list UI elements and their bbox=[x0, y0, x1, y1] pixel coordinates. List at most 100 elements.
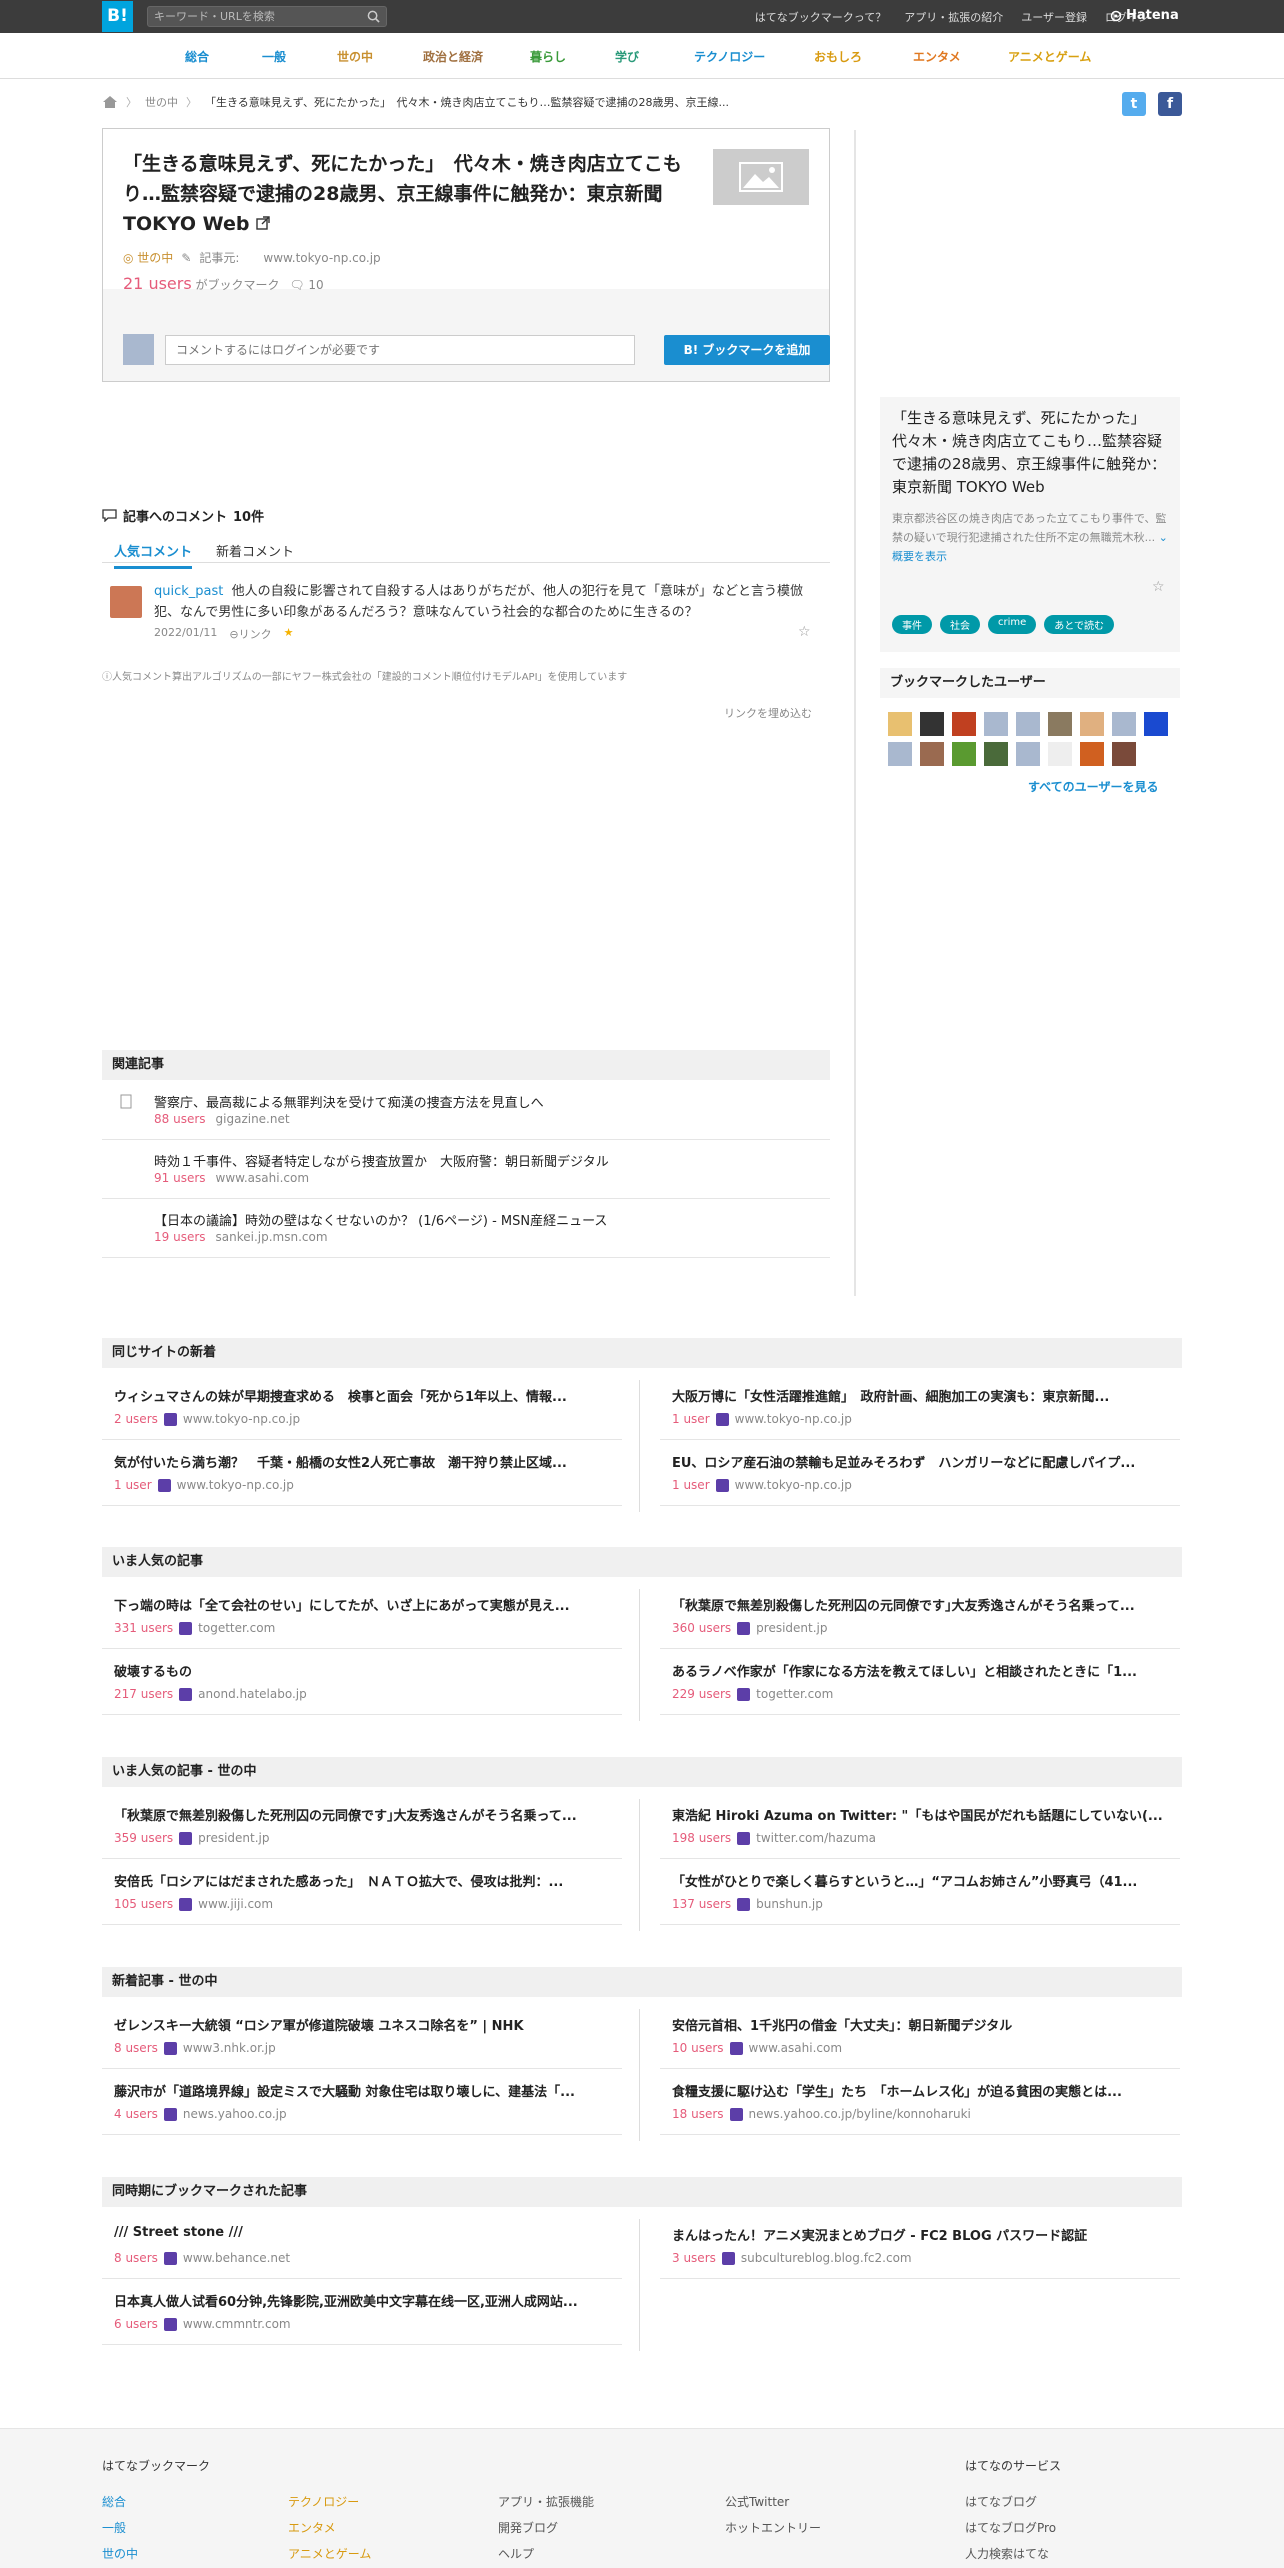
edit-icon[interactable]: ✎ bbox=[181, 251, 191, 265]
entry-card-domain[interactable]: bunshun.jp bbox=[756, 1897, 823, 1911]
entry-card-title[interactable]: EU、ロシア産石油の禁輸も足並みそろわず ハンガリーなどに配慮しパイプ... bbox=[672, 1452, 1172, 1471]
entry-card-users[interactable]: 4 users bbox=[114, 2107, 158, 2121]
entry-card-users[interactable]: 6 users bbox=[114, 2317, 158, 2331]
entry-card-users[interactable]: 229 users bbox=[672, 1687, 731, 1701]
footer-link[interactable]: テクノロジー bbox=[288, 2493, 359, 2510]
entry-card-title[interactable]: 破壊するもの bbox=[114, 1661, 614, 1680]
entry-card-title[interactable]: 食糧支援に駆け込む「学生」たち 「ホームレス化」が迫る貧困の実態とは... bbox=[672, 2081, 1172, 2100]
entry-title[interactable]: 「生きる意味見えず、死にたかった」 代々木・焼き肉店立てこもり…監禁容疑で逮捕の… bbox=[123, 149, 703, 239]
entry-card-title[interactable]: 下っ端の時は「全て会社のせい」にしてたが、いざ上にあがって実態が見え... bbox=[114, 1595, 614, 1614]
category-tab[interactable]: 政治と経済 bbox=[423, 48, 483, 65]
entry-card-title[interactable]: あるラノベ作家が「作家になる方法を教えてほしい」と相談されたときに「1... bbox=[672, 1661, 1172, 1680]
footer-link[interactable]: アニメとゲーム bbox=[288, 2545, 371, 2562]
all-users-link[interactable]: すべてのユーザーを見る bbox=[1028, 778, 1158, 795]
related-domain[interactable]: www.asahi.com bbox=[216, 1171, 310, 1185]
entry-card-users[interactable]: 217 users bbox=[114, 1687, 173, 1701]
related-title[interactable]: 警察庁、最高裁による無罪判決を受けて痴漢の捜査方法を見直しへ bbox=[154, 1092, 544, 1111]
user-avatar[interactable] bbox=[1048, 712, 1072, 736]
footer-link[interactable]: 一般 bbox=[102, 2519, 126, 2536]
search-icon[interactable] bbox=[367, 10, 380, 23]
entry-card-domain[interactable]: www.tokyo-np.co.jp bbox=[735, 1478, 852, 1492]
breadcrumb-category[interactable]: 世の中 bbox=[145, 94, 178, 110]
category-tab[interactable]: エンタメ bbox=[913, 48, 961, 65]
footer-link[interactable]: エンタメ bbox=[288, 2519, 336, 2536]
entry-card-title[interactable]: 大阪万博に「女性活躍推進館」 政府計画、細胞加工の実演も：東京新聞... bbox=[672, 1386, 1172, 1405]
user-avatar[interactable] bbox=[1080, 712, 1104, 736]
category-tab[interactable]: 総合 bbox=[185, 48, 209, 65]
nav-about[interactable]: はてなブックマークって？ bbox=[755, 9, 886, 25]
comment-link[interactable]: ⊖リンク bbox=[229, 626, 271, 642]
entry-card-users[interactable]: 3 users bbox=[672, 2251, 716, 2265]
comment-date[interactable]: 2022/01/11 bbox=[154, 626, 217, 642]
entry-card-domain[interactable]: www3.nhk.or.jp bbox=[183, 2041, 276, 2055]
entry-card-title[interactable]: まんはったん！アニメ実況まとめブログ - FC2 BLOG パスワード認証 bbox=[672, 2225, 1172, 2244]
footer-link[interactable]: 総合 bbox=[102, 2493, 126, 2510]
user-avatar[interactable] bbox=[920, 712, 944, 736]
entry-card-users[interactable]: 10 users bbox=[672, 2041, 724, 2055]
entry-card-domain[interactable]: www.asahi.com bbox=[749, 2041, 843, 2055]
tab-popular-comments[interactable]: 人気コメント bbox=[114, 541, 193, 569]
entry-card-users[interactable]: 18 users bbox=[672, 2107, 724, 2121]
user-avatar[interactable] bbox=[1016, 742, 1040, 766]
tab-new-comments[interactable]: 新着コメント bbox=[216, 541, 294, 560]
entry-card-users[interactable]: 360 users bbox=[672, 1621, 731, 1635]
entry-card-title[interactable]: ゼレンスキー大統領 “ロシア軍が修道院破壊 ユネスコ除名を” | NHK bbox=[114, 2015, 614, 2034]
user-avatar[interactable] bbox=[1016, 712, 1040, 736]
comment-count[interactable]: 10 bbox=[308, 278, 323, 292]
entry-card-title[interactable]: 気が付いたら満ち潮？ 千葉・船橋の女性2人死亡事故 潮干狩り禁止区域... bbox=[114, 1452, 614, 1471]
entry-card-users[interactable]: 359 users bbox=[114, 1831, 173, 1845]
category-tab[interactable]: テクノロジー bbox=[694, 48, 765, 65]
entry-card-title[interactable]: /// Street stone /// bbox=[114, 2225, 614, 2240]
hatena-logo[interactable]: Hatena bbox=[1110, 8, 1179, 23]
user-avatar[interactable] bbox=[888, 712, 912, 736]
footer-link[interactable]: 世の中 bbox=[102, 2545, 138, 2562]
footer-link[interactable]: アプリ・拡張機能 bbox=[498, 2493, 594, 2510]
entry-card-title[interactable]: 東浩紀 Hiroki Azuma on Twitter: "「もはや国民がだれも… bbox=[672, 1805, 1172, 1824]
comment-user[interactable]: quick_past bbox=[154, 584, 223, 599]
entry-category[interactable]: ◎ 世の中 bbox=[123, 249, 173, 266]
star-add-icon[interactable]: ☆ bbox=[798, 624, 811, 640]
entry-card-users[interactable]: 1 user bbox=[114, 1478, 152, 1492]
entry-card-domain[interactable]: twitter.com/hazuma bbox=[756, 1831, 876, 1845]
search-input[interactable] bbox=[154, 8, 354, 25]
entry-card-domain[interactable]: www.behance.net bbox=[183, 2251, 290, 2265]
entry-card-users[interactable]: 8 users bbox=[114, 2251, 158, 2265]
entry-card-domain[interactable]: president.jp bbox=[198, 1831, 269, 1845]
related-title[interactable]: 時効１千事件、容疑者特定しながら捜査放置か 大阪府警：朝日新聞デジタル bbox=[154, 1151, 609, 1170]
entry-card-domain[interactable]: www.tokyo-np.co.jp bbox=[735, 1412, 852, 1426]
entry-card-title[interactable]: 「秋葉原で無差別殺傷した死刑囚の元同僚です｣大友秀逸さんがそう名乗って... bbox=[114, 1805, 614, 1824]
twitter-share-icon[interactable]: t bbox=[1122, 92, 1146, 116]
entry-card-users[interactable]: 1 user bbox=[672, 1478, 710, 1492]
entry-card-title[interactable]: 日本真人做人试看60分钟,先锋影院,亚洲欧美中文字幕在线一区,亚洲人成网站... bbox=[114, 2291, 614, 2310]
external-link-icon[interactable] bbox=[256, 216, 270, 230]
entry-thumbnail[interactable] bbox=[713, 149, 809, 205]
entry-card-domain[interactable]: www.tokyo-np.co.jp bbox=[183, 1412, 300, 1426]
user-avatar[interactable] bbox=[952, 742, 976, 766]
entry-card-domain[interactable]: president.jp bbox=[756, 1621, 827, 1635]
entry-card-users[interactable]: 137 users bbox=[672, 1897, 731, 1911]
entry-card-title[interactable]: 「女性がひとりで楽しく暮らすというと…」“アコムお姉さん”小野真弓（41... bbox=[672, 1871, 1172, 1890]
category-tab[interactable]: 暮らし bbox=[530, 48, 566, 65]
related-title[interactable]: 【日本の議論】時効の壁はなくせないのか？ (1/6ページ) - MSN産経ニュー… bbox=[154, 1210, 607, 1229]
entry-card-domain[interactable]: news.yahoo.co.jp bbox=[183, 2107, 287, 2121]
entry-card-title[interactable]: 安倍氏「ロシアにはだまされた感あった」 ＮＡＴＯ拡大で、侵攻は批判：... bbox=[114, 1871, 614, 1890]
entry-card-users[interactable]: 331 users bbox=[114, 1621, 173, 1635]
related-domain[interactable]: gigazine.net bbox=[216, 1112, 290, 1126]
category-tab[interactable]: アニメとゲーム bbox=[1008, 48, 1091, 65]
entry-card-users[interactable]: 2 users bbox=[114, 1412, 158, 1426]
entry-card-title[interactable]: 「秋葉原で無差別殺傷した死刑囚の元同僚です｣大友秀逸さんがそう名乗って... bbox=[672, 1595, 1172, 1614]
star-add-icon[interactable]: ☆ bbox=[1152, 579, 1165, 595]
tag-item[interactable]: crime bbox=[988, 615, 1037, 634]
embed-link[interactable]: リンクを埋め込む bbox=[724, 705, 812, 721]
related-domain[interactable]: sankei.jp.msn.com bbox=[216, 1230, 328, 1244]
entry-card-domain[interactable]: togetter.com bbox=[756, 1687, 833, 1701]
user-avatar[interactable] bbox=[952, 712, 976, 736]
entry-card-domain[interactable]: www.tokyo-np.co.jp bbox=[177, 1478, 294, 1492]
footer-link[interactable]: 公式Twitter bbox=[725, 2493, 789, 2510]
facebook-share-icon[interactable]: f bbox=[1158, 92, 1182, 116]
entry-card-domain[interactable]: togetter.com bbox=[198, 1621, 275, 1635]
user-avatar[interactable] bbox=[1144, 712, 1168, 736]
entry-card-title[interactable]: 藤沢市が「道路境界線」設定ミスで大騒動 対象住宅は取り壊しに、建基法「... bbox=[114, 2081, 614, 2100]
entry-card-domain[interactable]: www.cmmntr.com bbox=[183, 2317, 291, 2331]
comment-user-avatar[interactable] bbox=[110, 586, 142, 618]
